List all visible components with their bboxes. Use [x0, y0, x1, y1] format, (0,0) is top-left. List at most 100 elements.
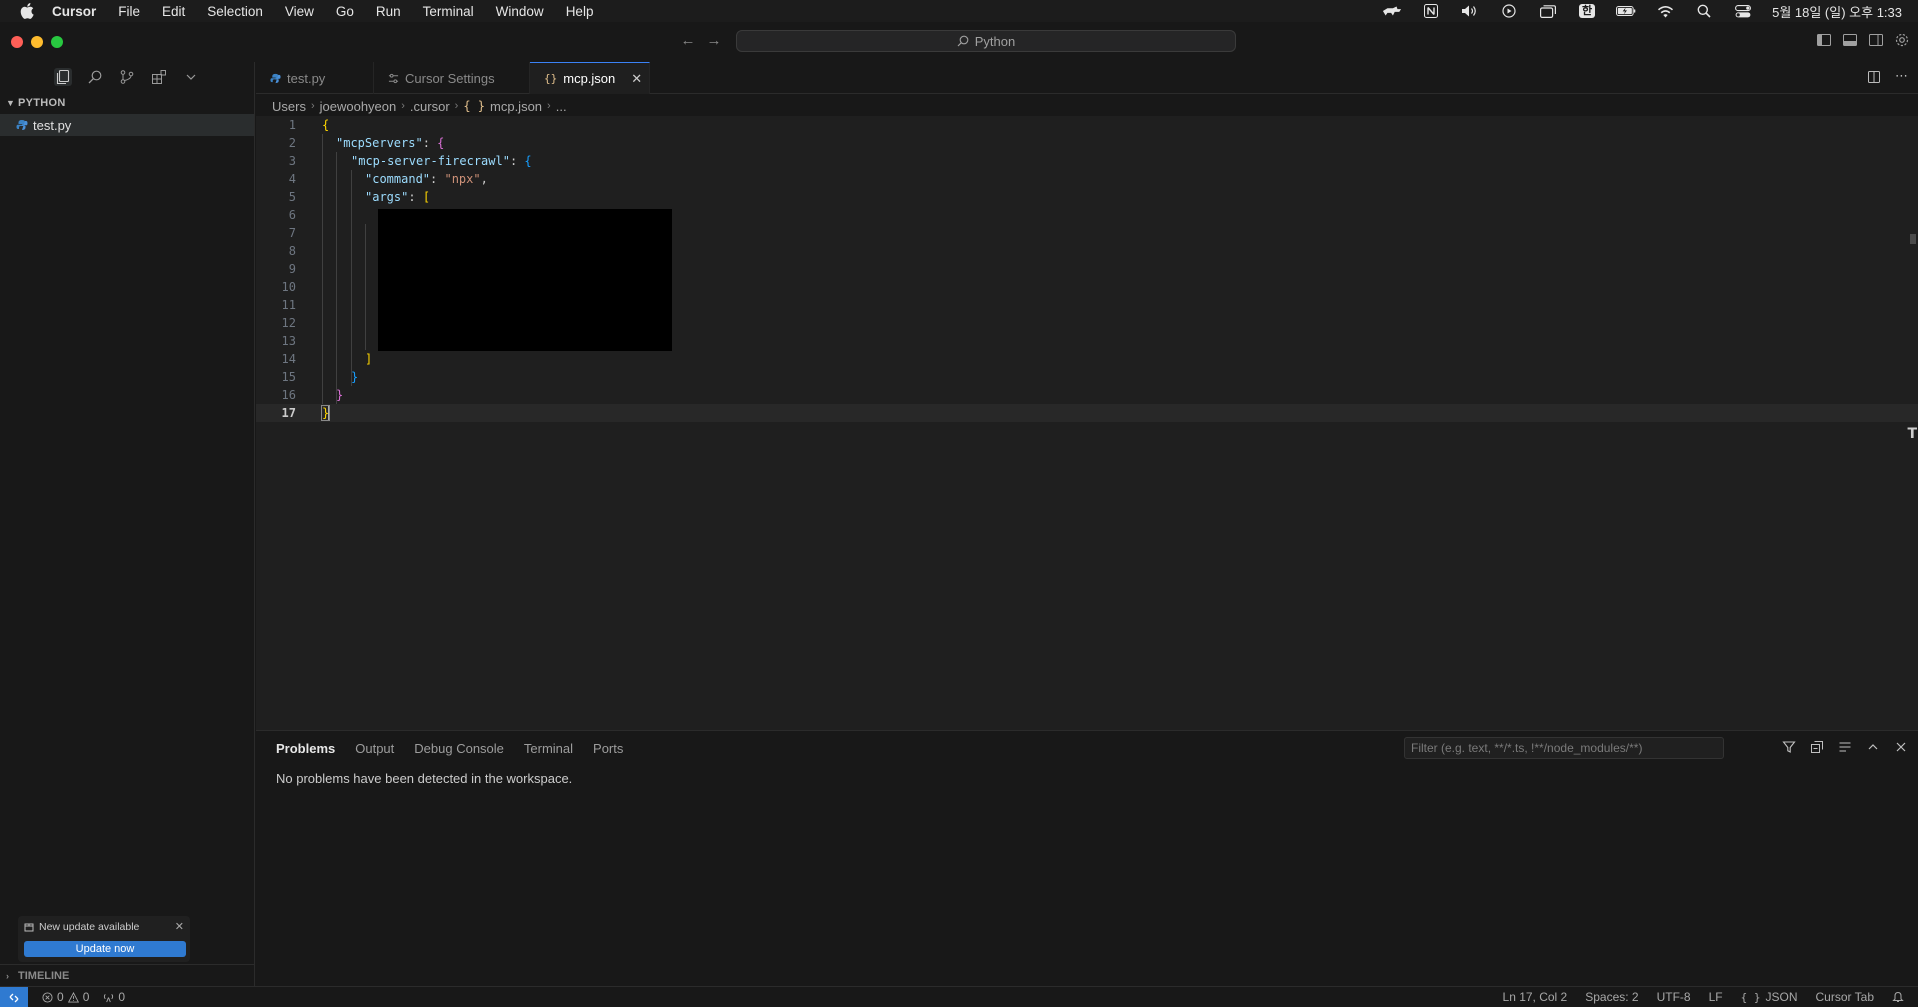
encoding-status[interactable]: UTF-8 — [1657, 990, 1691, 1004]
code-text: ] — [365, 350, 372, 368]
menu-go[interactable]: Go — [336, 4, 354, 19]
chevron-right-icon: › — [454, 100, 459, 112]
breadcrumb-item[interactable]: .cursor — [410, 99, 450, 114]
breadcrumb-item[interactable]: joewoohyeon — [320, 99, 397, 114]
eol-status[interactable]: LF — [1709, 990, 1723, 1004]
menu-help[interactable]: Help — [566, 4, 594, 19]
status-left: 0 0 0 — [42, 990, 125, 1004]
extensions-icon[interactable] — [150, 68, 168, 86]
menu-file[interactable]: File — [118, 4, 140, 19]
redacted-block — [378, 209, 672, 351]
input-source-indicator[interactable]: 한 — [1577, 4, 1597, 18]
command-center-search[interactable]: Python — [736, 30, 1236, 52]
chevron-right-icon: › — [6, 970, 9, 981]
update-notification-text: New update available — [39, 921, 140, 933]
forward-arrow-icon[interactable]: → — [704, 31, 724, 51]
explorer-icon[interactable] — [54, 68, 72, 86]
line-number: 1 — [288, 118, 296, 132]
menu-view[interactable]: View — [285, 4, 314, 19]
code-line: 3 "mcp-server-firecrawl": { — [256, 152, 1918, 170]
collapse-all-icon[interactable] — [1810, 740, 1824, 754]
code-text: } — [351, 368, 358, 386]
gear-icon[interactable] — [1894, 32, 1910, 48]
word-wrap-icon[interactable] — [1838, 740, 1852, 754]
menu-bar-clock[interactable]: 5월 18일 (일) 오후 1:33 — [1772, 2, 1902, 21]
back-arrow-icon[interactable]: ← — [678, 31, 698, 51]
menu-run[interactable]: Run — [376, 4, 401, 19]
cursor-tab-status[interactable]: Cursor Tab — [1816, 990, 1874, 1004]
split-editor-icon[interactable] — [1867, 70, 1881, 84]
media-play-icon[interactable] — [1499, 4, 1519, 18]
update-now-button[interactable]: Update now — [24, 941, 186, 957]
menu-edit[interactable]: Edit — [162, 4, 185, 19]
cat-icon[interactable] — [1382, 4, 1402, 18]
window-zoom-button[interactable] — [51, 36, 63, 48]
code-text: "command": "npx", — [365, 170, 488, 188]
tab-problems[interactable]: Problems — [276, 741, 335, 756]
ports-status[interactable]: 0 — [103, 990, 125, 1004]
chevron-up-icon[interactable] — [1866, 740, 1880, 754]
scrollbar-thumb[interactable] — [1910, 234, 1916, 244]
code-token: "args" — [365, 190, 409, 204]
control-center-icon[interactable] — [1733, 4, 1753, 18]
indentation-status[interactable]: Spaces: 2 — [1585, 990, 1638, 1004]
breadcrumb-item[interactable]: mcp.json — [490, 99, 542, 114]
toggle-primary-sidebar-icon[interactable] — [1816, 32, 1832, 48]
toggle-panel-icon[interactable] — [1842, 32, 1858, 48]
remote-indicator[interactable] — [0, 987, 28, 1007]
volume-icon[interactable] — [1460, 4, 1480, 18]
window-close-button[interactable] — [11, 36, 23, 48]
code-token: : — [430, 172, 445, 186]
problems-filter-input[interactable]: Filter (e.g. text, **/*.ts, !**/node_mod… — [1404, 737, 1724, 759]
notion-icon[interactable] — [1421, 4, 1441, 18]
apple-icon[interactable] — [16, 0, 38, 22]
file-item-test-py[interactable]: test.py — [0, 114, 254, 136]
close-icon[interactable]: ✕ — [631, 71, 642, 87]
search-icon[interactable] — [86, 68, 104, 86]
tab-output[interactable]: Output — [355, 741, 394, 756]
wifi-icon[interactable] — [1655, 4, 1675, 18]
line-number: 16 — [281, 388, 296, 402]
menu-terminal[interactable]: Terminal — [423, 4, 474, 19]
more-actions-icon[interactable]: ⋯ — [1895, 69, 1908, 84]
code-token: "mcpServers" — [336, 136, 423, 150]
close-icon[interactable]: ✕ — [175, 920, 184, 933]
menu-selection[interactable]: Selection — [207, 4, 263, 19]
breadcrumb-item[interactable]: Users — [272, 99, 306, 114]
bell-icon[interactable] — [1892, 991, 1904, 1003]
tab-mcp-json[interactable]: {} mcp.json ✕ — [530, 62, 650, 94]
problems-status[interactable]: 0 0 — [42, 990, 89, 1004]
explorer-section-title: PYTHON — [18, 97, 66, 109]
tab-debug-console[interactable]: Debug Console — [414, 741, 504, 756]
code-token: { — [322, 118, 330, 132]
menu-window[interactable]: Window — [496, 4, 544, 19]
file-item-label: test.py — [33, 117, 72, 133]
code-text: "args": [ — [365, 188, 430, 206]
chevron-down-icon[interactable] — [182, 68, 200, 86]
code-token: { — [437, 136, 445, 150]
menu-app-cursor[interactable]: Cursor — [52, 4, 96, 19]
battery-icon[interactable] — [1616, 4, 1636, 18]
source-control-icon[interactable] — [118, 68, 136, 86]
toggle-secondary-sidebar-icon[interactable] — [1868, 32, 1884, 48]
explorer-section-header[interactable]: ▼ PYTHON — [0, 92, 254, 114]
tab-terminal[interactable]: Terminal — [524, 741, 573, 756]
text-caret — [328, 406, 331, 421]
window-minimize-button[interactable] — [31, 36, 43, 48]
tab-test-py[interactable]: test.py — [256, 62, 374, 94]
close-icon[interactable] — [1894, 740, 1908, 754]
code-line: 4 "command": "npx", — [256, 170, 1918, 188]
language-mode[interactable]: { } JSON — [1741, 990, 1798, 1004]
tab-ports[interactable]: Ports — [593, 741, 623, 756]
window-switcher-icon[interactable] — [1538, 4, 1558, 18]
timeline-section-header[interactable]: › TIMELINE — [0, 964, 254, 986]
cursor-position[interactable]: Ln 17, Col 2 — [1503, 990, 1568, 1004]
breadcrumb-item[interactable]: ... — [556, 99, 567, 114]
remote-icon — [9, 993, 19, 1002]
filter-icon[interactable] — [1782, 740, 1796, 754]
code-token: ] — [365, 352, 373, 366]
spotlight-search-icon[interactable] — [1694, 4, 1714, 18]
window-title-bar: ← → Python — [0, 22, 1918, 62]
bottom-panel: Problems Output Debug Console Terminal P… — [256, 730, 1918, 986]
tab-cursor-settings[interactable]: Cursor Settings — [374, 62, 530, 94]
